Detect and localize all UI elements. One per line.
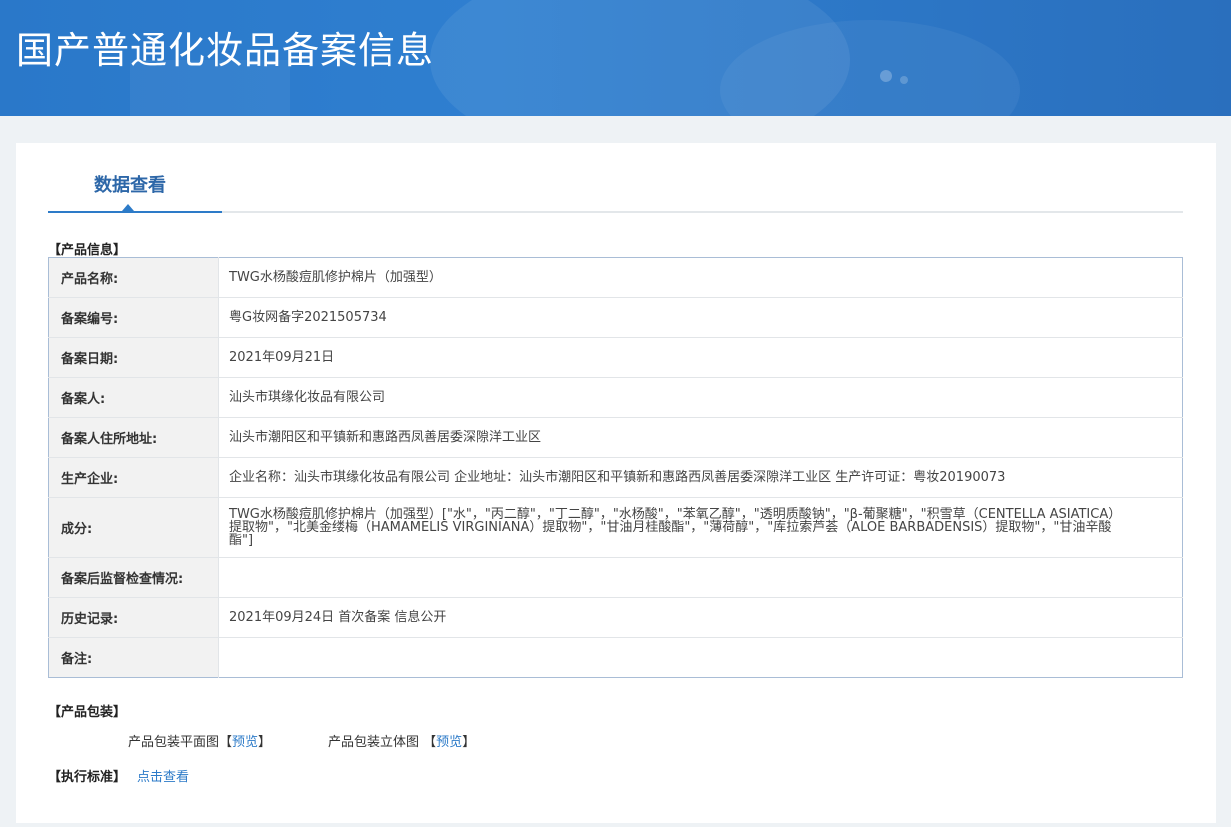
package-flat-label: 产品包装平面图 bbox=[128, 735, 220, 750]
field-value: TWG水杨酸痘肌修护棉片（加强型） bbox=[218, 257, 1183, 298]
package-stereo-label: 产品包装立体图 bbox=[328, 735, 420, 750]
field-value: 汕头市潮阳区和平镇新和惠路西凤善居委深隙洋工业区 bbox=[218, 417, 1183, 458]
field-value: TWG水杨酸痘肌修护棉片（加强型）["水"，"丙二醇"，"丁二醇"，"水杨酸"，… bbox=[218, 497, 1183, 558]
bracket: 【 bbox=[219, 735, 233, 750]
field-value bbox=[218, 557, 1183, 598]
table-row: 备注: bbox=[48, 637, 1183, 678]
package-flat-row: 产品包装平面图【预览】 bbox=[128, 731, 271, 750]
package-flat-preview-link[interactable]: 预览 bbox=[232, 735, 258, 750]
table-row: 生产企业: 企业名称：汕头市琪缘化妆品有限公司 企业地址：汕头市潮阳区和平镇新和惠… bbox=[48, 457, 1183, 498]
package-stereo-row: 产品包装立体图 【预览】 bbox=[328, 731, 475, 750]
header-banner: 国产普通化妆品备案信息 bbox=[0, 0, 1231, 116]
field-value: 2021年09月21日 bbox=[218, 337, 1183, 378]
package-stereo-preview-link[interactable]: 预览 bbox=[436, 735, 462, 750]
field-label: 产品名称: bbox=[48, 257, 219, 298]
tab-caret-icon bbox=[122, 204, 134, 211]
table-row: 备案编号: 粤G妆网备字2021505734 bbox=[48, 297, 1183, 338]
packaging-heading: 【产品包装】 bbox=[48, 705, 127, 720]
standard-heading: 【执行标准】 bbox=[48, 770, 127, 785]
field-label: 备注: bbox=[48, 637, 219, 678]
product-info-heading: 【产品信息】 bbox=[48, 243, 127, 258]
table-row: 备案人住所地址: 汕头市潮阳区和平镇新和惠路西凤善居委深隙洋工业区 bbox=[48, 417, 1183, 458]
bracket: 】 bbox=[462, 735, 476, 750]
standard-view-link[interactable]: 点击查看 bbox=[137, 766, 189, 785]
field-value: 粤G妆网备字2021505734 bbox=[218, 297, 1183, 338]
content-panel: 数据查看 【产品信息】 产品名称: TWG水杨酸痘肌修护棉片（加强型） 备案编号: 粤… bbox=[16, 143, 1216, 823]
table-row: 备案人: 汕头市琪缘化妆品有限公司 bbox=[48, 377, 1183, 418]
field-label: 备案人住所地址: bbox=[48, 417, 219, 458]
field-value: 企业名称：汕头市琪缘化妆品有限公司 企业地址：汕头市潮阳区和平镇新和惠路西凤善居… bbox=[218, 457, 1183, 498]
field-value: 2021年09月24日 首次备案 信息公开 bbox=[218, 597, 1183, 638]
bracket: 】 bbox=[258, 735, 272, 750]
tab-bar: 数据查看 bbox=[48, 143, 1183, 213]
table-row: 备案后监督检查情况: bbox=[48, 557, 1183, 598]
field-label: 成分: bbox=[48, 497, 219, 558]
field-label: 备案人: bbox=[48, 377, 219, 418]
table-row: 成分: TWG水杨酸痘肌修护棉片（加强型）["水"，"丙二醇"，"丁二醇"，"水杨… bbox=[48, 497, 1183, 558]
field-value bbox=[219, 638, 1183, 678]
field-label: 备案后监督检查情况: bbox=[48, 557, 219, 598]
field-label: 备案日期: bbox=[48, 337, 219, 378]
banner-decoration bbox=[900, 76, 908, 84]
table-row: 历史记录: 2021年09月24日 首次备案 信息公开 bbox=[48, 597, 1183, 638]
field-label: 备案编号: bbox=[48, 297, 219, 338]
page-title: 国产普通化妆品备案信息 bbox=[16, 29, 434, 72]
field-label: 生产企业: bbox=[48, 457, 219, 498]
tab-data-view[interactable]: 数据查看 bbox=[48, 143, 222, 213]
field-label: 历史记录: bbox=[48, 597, 219, 638]
table-row: 备案日期: 2021年09月21日 bbox=[48, 337, 1183, 378]
banner-decoration bbox=[880, 70, 892, 82]
field-value: 汕头市琪缘化妆品有限公司 bbox=[218, 377, 1183, 418]
table-row: 产品名称: TWG水杨酸痘肌修护棉片（加强型） bbox=[48, 257, 1183, 298]
product-info-table: 产品名称: TWG水杨酸痘肌修护棉片（加强型） 备案编号: 粤G妆网备字2021505… bbox=[48, 257, 1183, 678]
bracket: 【 bbox=[423, 735, 437, 750]
